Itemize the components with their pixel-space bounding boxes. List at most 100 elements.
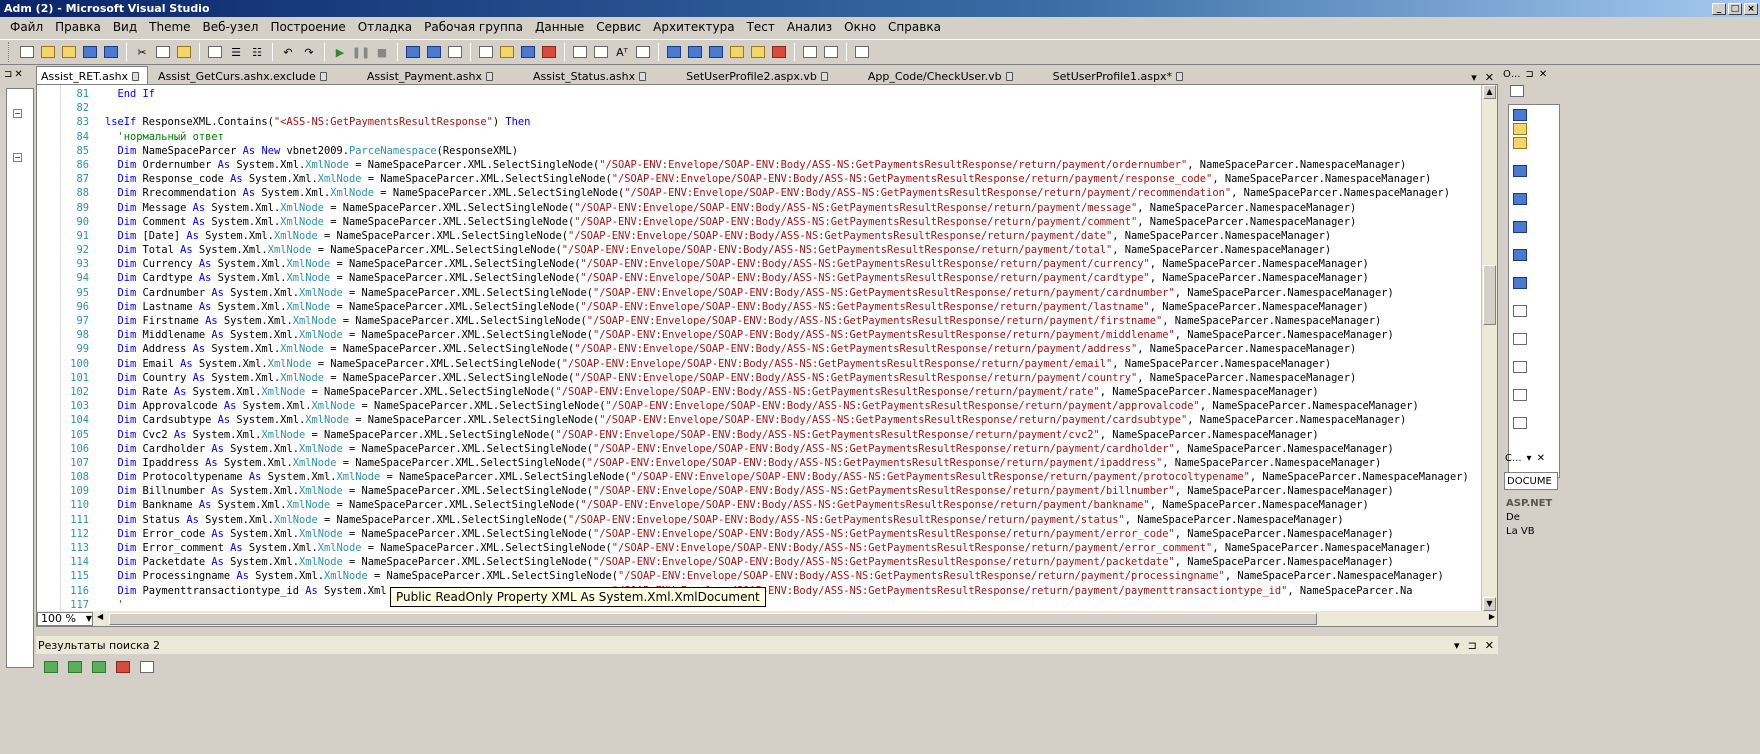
close-button[interactable]: × <box>1744 2 1758 15</box>
editor-tab[interactable]: App_Code/CheckUser.vb <box>864 66 1021 84</box>
chevron-down-icon[interactable]: ▾ <box>1471 71 1477 84</box>
code-line[interactable]: 91 Dim [Date] As System.Xml.XmlNode = Na… <box>63 229 1481 243</box>
code-line[interactable]: 116 Dim Paymenttransactiontype_id As Sys… <box>63 584 1481 598</box>
code-line[interactable]: 87 Dim Response_code As System.Xml.XmlNo… <box>63 172 1481 186</box>
code-line[interactable]: 84 'нормальный ответ <box>63 130 1481 144</box>
stop-icon[interactable]: ■ <box>373 43 391 61</box>
menu-item[interactable]: Данные <box>529 20 590 34</box>
property-row[interactable]: De <box>1502 510 1560 524</box>
menu-item[interactable]: Веб-узел <box>197 20 265 34</box>
code-line[interactable]: 88 Dim Rrecommendation As System.Xml.Xml… <box>63 186 1481 200</box>
code-line[interactable]: 93 Dim Currency As System.Xml.XmlNode = … <box>63 257 1481 271</box>
paste-icon[interactable] <box>175 43 193 61</box>
object-browser-icon[interactable] <box>498 43 516 61</box>
zoom-select[interactable]: 100 % ▼ <box>37 611 93 626</box>
editor-tab[interactable]: Assist_Payment.ashx <box>363 66 501 84</box>
comment-icon[interactable]: ☰ <box>227 43 245 61</box>
code-line[interactable]: 83 lseIf ResponseXML.Contains("<ASS-NS:Ge… <box>63 115 1481 129</box>
code-line[interactable]: 102 Dim Rate As System.Xml.XmlNode = Nam… <box>63 385 1481 399</box>
code-line[interactable]: 115 Dim Processingname As System.Xml.Xml… <box>63 569 1481 583</box>
layout-icon[interactable] <box>801 43 819 61</box>
close-icon[interactable]: ✕ <box>1485 71 1494 84</box>
code-line[interactable]: 106 Dim Cardholder As System.Xml.XmlNode… <box>63 442 1481 456</box>
pause-icon[interactable]: ❚❚ <box>352 43 370 61</box>
pin-icon[interactable]: ⊐ <box>1468 639 1477 652</box>
code-line[interactable]: 94 Dim Cardtype As System.Xml.XmlNode = … <box>63 271 1481 285</box>
open-file-icon[interactable] <box>60 43 78 61</box>
clear-bookmarks-icon[interactable] <box>770 43 788 61</box>
solution-explorer-icon[interactable] <box>446 43 464 61</box>
bookmark-next-folder-icon[interactable] <box>749 43 767 61</box>
cut-icon[interactable]: ✂ <box>133 43 151 61</box>
scroll-up-icon[interactable]: ▲ <box>1483 85 1496 99</box>
menu-item[interactable]: Theme <box>143 20 196 34</box>
collapse-icon[interactable]: − <box>13 109 22 118</box>
error-list-icon[interactable] <box>540 43 558 61</box>
toolbar-options-icon[interactable] <box>853 43 871 61</box>
menu-item[interactable]: Построение <box>264 20 351 34</box>
find-icon[interactable] <box>206 43 224 61</box>
code-line[interactable]: 100 Dim Email As System.Xml.XmlNode = Na… <box>63 357 1481 371</box>
navigate-back-icon[interactable] <box>404 43 422 61</box>
hscroll-thumb[interactable] <box>109 612 1317 625</box>
save-all-icon[interactable] <box>102 43 120 61</box>
menu-item[interactable]: Тест <box>741 20 781 34</box>
close-icon[interactable]: ✕ <box>1485 639 1494 652</box>
close-icon[interactable]: ✕ <box>14 69 22 80</box>
properties-icon[interactable] <box>477 43 495 61</box>
code-line[interactable]: 90 Dim Comment As System.Xml.XmlNode = N… <box>63 215 1481 229</box>
collapse-icon[interactable]: − <box>13 153 22 162</box>
code-line[interactable]: 81 End If <box>63 87 1481 101</box>
code-line[interactable]: 117 ' <box>63 598 1481 611</box>
menu-item[interactable]: Сервис <box>590 20 647 34</box>
menu-item[interactable]: Правка <box>49 20 107 34</box>
redo-icon[interactable]: ↷ <box>300 43 318 61</box>
close-icon[interactable]: ✕ <box>1539 69 1547 80</box>
code-line[interactable]: 108 Dim Protocoltypename As System.Xml.X… <box>63 470 1481 484</box>
toolbox-icon[interactable] <box>519 43 537 61</box>
code-line[interactable]: 110 Dim Bankname As System.Xml.XmlNode =… <box>63 498 1481 512</box>
clear-results-icon[interactable] <box>114 658 132 676</box>
undo-icon[interactable]: ↶ <box>279 43 297 61</box>
chevron-down-icon[interactable]: ▾ <box>1527 453 1532 464</box>
bookmark-icon[interactable] <box>665 43 683 61</box>
horizontal-scrollbar[interactable]: ◀ ▶ <box>97 612 1497 626</box>
code-line[interactable]: 114 Dim Packetdate As System.Xml.XmlNode… <box>63 555 1481 569</box>
stop-find-icon[interactable] <box>138 658 156 676</box>
code-line[interactable]: 101 Dim Country As System.Xml.XmlNode = … <box>63 371 1481 385</box>
vertical-scrollbar[interactable]: ▲ ▼ <box>1481 85 1497 611</box>
chevron-down-icon[interactable]: ▾ <box>1454 639 1460 652</box>
uncomment-icon[interactable]: ☷ <box>248 43 266 61</box>
code-line[interactable]: 105 Dim Cvc2 As System.Xml.XmlNode = Nam… <box>63 428 1481 442</box>
show-all-files-icon[interactable] <box>1508 82 1526 100</box>
next-bookmark-icon[interactable] <box>707 43 725 61</box>
code-line[interactable]: 109 Dim Billnumber As System.Xml.XmlNode… <box>63 484 1481 498</box>
pin-icon[interactable]: ⊐ <box>4 69 12 80</box>
menu-item[interactable]: Отладка <box>352 20 418 34</box>
previous-result-icon[interactable] <box>66 658 84 676</box>
code-line[interactable]: 89 Dim Message As System.Xml.XmlNode = N… <box>63 201 1481 215</box>
format-icon[interactable] <box>571 43 589 61</box>
menu-item[interactable]: Рабочая группа <box>418 20 529 34</box>
menu-item[interactable]: Анализ <box>781 20 838 34</box>
prev-bookmark-icon[interactable] <box>686 43 704 61</box>
editor-tab[interactable]: Assist_GetCurs.ashx.exclude <box>154 66 335 84</box>
scroll-thumb[interactable] <box>1483 265 1496 325</box>
menu-item[interactable]: Архитектура <box>647 20 740 34</box>
save-icon[interactable] <box>81 43 99 61</box>
menu-item[interactable]: Справка <box>882 20 947 34</box>
code-line[interactable]: 95 Dim Cardnumber As System.Xml.XmlNode … <box>63 286 1481 300</box>
code-line[interactable]: 97 Dim Firstname As System.Xml.XmlNode =… <box>63 314 1481 328</box>
code-line[interactable]: 104 Dim Cardsubtype As System.Xml.XmlNod… <box>63 413 1481 427</box>
new-project-icon[interactable] <box>18 43 36 61</box>
menu-item[interactable]: Окно <box>838 20 882 34</box>
editor-tab[interactable]: SetUserProfile2.aspx.vb <box>682 66 836 84</box>
code-line[interactable]: 98 Dim Middlename As System.Xml.XmlNode … <box>63 328 1481 342</box>
menu-item[interactable]: Файл <box>4 20 49 34</box>
table-icon[interactable] <box>822 43 840 61</box>
code-line[interactable]: 96 Dim Lastname As System.Xml.XmlNode = … <box>63 300 1481 314</box>
navigate-forward-icon[interactable] <box>425 43 443 61</box>
scroll-down-icon[interactable]: ▼ <box>1483 597 1496 611</box>
font-icon[interactable]: Aᵀ <box>613 43 631 61</box>
code-line[interactable]: 103 Dim Approvalcode As System.Xml.XmlNo… <box>63 399 1481 413</box>
